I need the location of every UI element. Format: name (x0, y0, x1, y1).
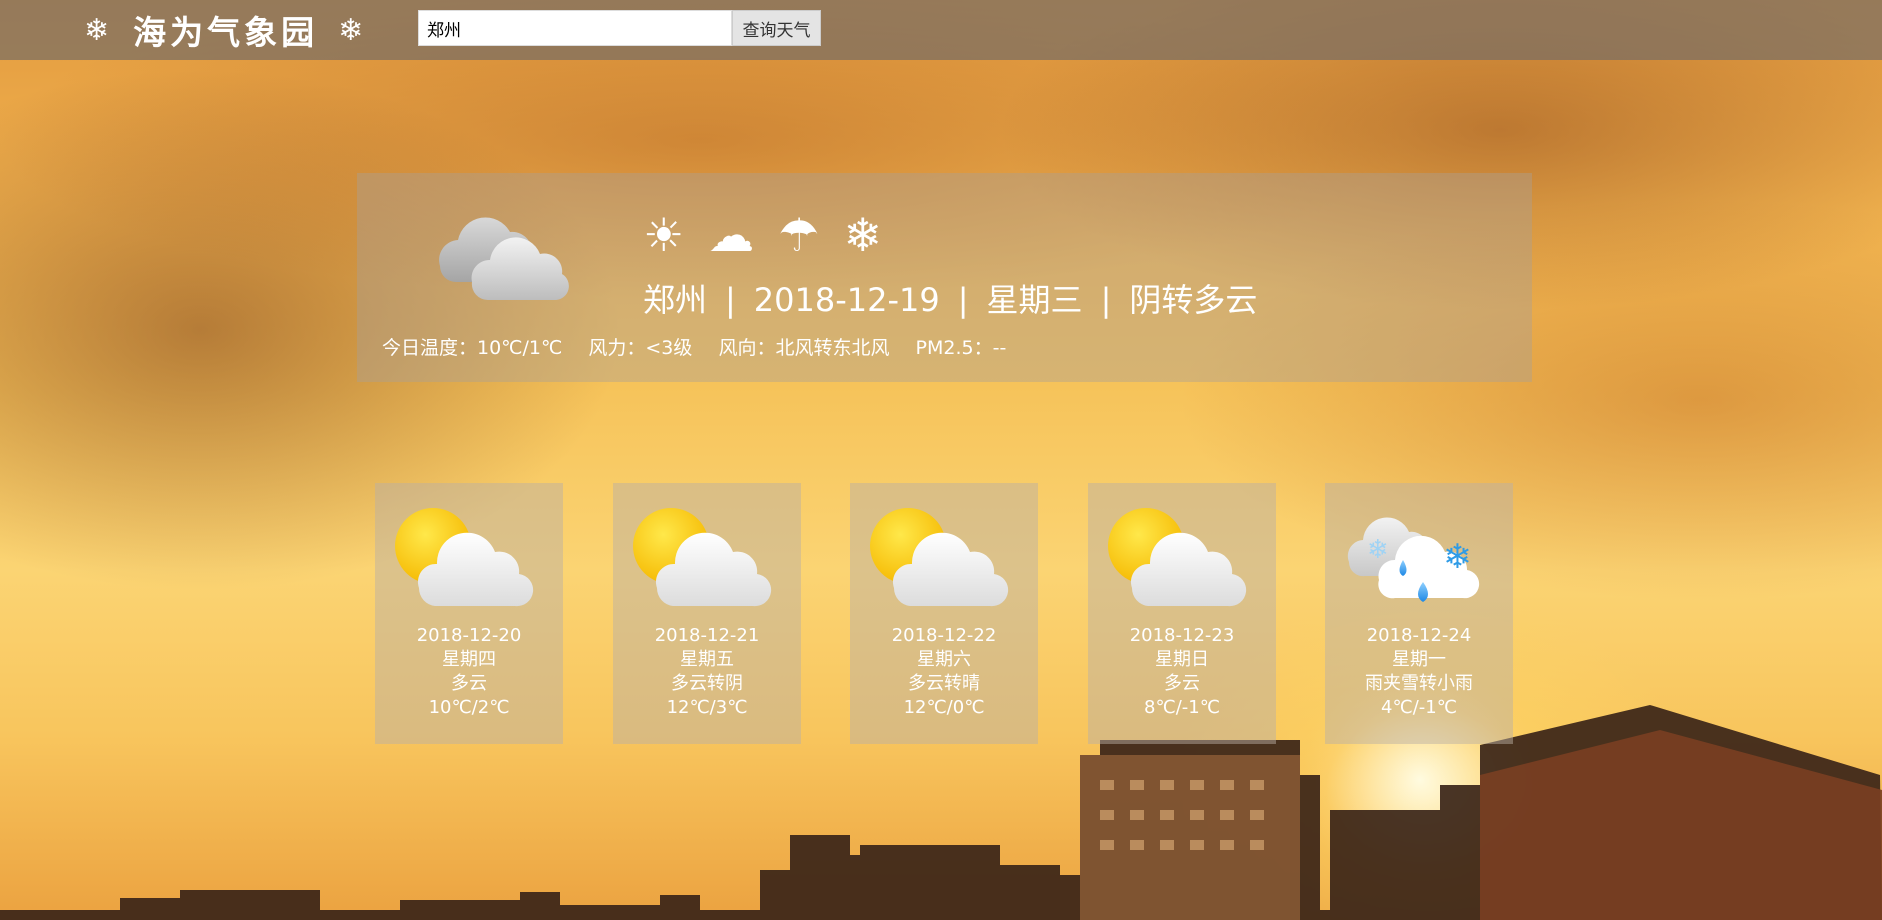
forecast-weekday: 星期一 (1392, 649, 1446, 670)
sleet-icon: ❄ ❄ (1347, 517, 1480, 602)
today-temperature: 今日温度：10℃/1℃ (382, 337, 563, 359)
snowflake-icon: ❄ (843, 208, 883, 262)
forecast-date: 2018-12-22 (891, 625, 997, 646)
forecast-date: 2018-12-21 (654, 625, 760, 646)
forecast-date: 2018-12-24 (1366, 625, 1472, 646)
wind-power: 风力：<3级 (588, 337, 693, 359)
cloudy-icon (439, 217, 569, 301)
forecast-weekday: 星期六 (917, 649, 971, 670)
wind-direction: 风向：北风转东北风 (718, 337, 890, 359)
city-search-input[interactable] (418, 10, 732, 46)
forecast-card: 2018-12-21 星期五 多云转阴 12℃/3℃ (613, 483, 801, 744)
partly-cloudy-icon (1108, 508, 1247, 607)
snowflake-icon: ❄ (338, 12, 368, 48)
forecast-temperature: 12℃/0℃ (903, 697, 985, 718)
forecast-card: 2018-12-22 星期六 多云转晴 12℃/0℃ (850, 483, 1038, 744)
snowflake-icon: ❄ (84, 12, 114, 48)
forecast-condition: 多云转阴 (671, 673, 743, 694)
forecast-card: ❄ ❄ 2018-12-24 星期一 雨夹雪转小雨 4℃/-1℃ (1325, 483, 1513, 744)
city-name: 郑州 (643, 281, 708, 319)
forecast-card: 2018-12-23 星期日 多云 8℃/-1℃ (1088, 483, 1276, 744)
forecast-temperature: 8℃/-1℃ (1144, 697, 1220, 718)
separator: | (957, 281, 969, 319)
cloud-icon: ☁ (708, 208, 755, 262)
today-weather-panel: ☀ ☁ ☂ ❄ 郑州 | 2018-12-19 | 星期三 | 阴转多云 今日温度：10℃/… (357, 173, 1532, 382)
top-header: ❄ 海为气象园 ❄ 查询天气 (0, 0, 1882, 60)
site-logo: ❄ 海为气象园 ❄ (84, 8, 368, 53)
forecast-temperature: 10℃/2℃ (428, 697, 510, 718)
forecast-weekday: 星期四 (442, 649, 496, 670)
today-condition: 阴转多云 (1129, 281, 1258, 319)
sun-icon: ☀ (643, 208, 685, 262)
separator: | (1100, 281, 1112, 319)
partly-cloudy-icon (633, 508, 772, 607)
query-weather-button[interactable]: 查询天气 (732, 10, 821, 46)
forecast-condition: 多云 (451, 673, 487, 694)
partly-cloudy-icon (395, 508, 534, 607)
today-date: 2018-12-19 (753, 281, 940, 319)
forecast-temperature: 4℃/-1℃ (1381, 697, 1457, 718)
forecast-condition: 多云 (1164, 673, 1200, 694)
forecast-temperature: 12℃/3℃ (666, 697, 748, 718)
svg-text:❄: ❄ (1367, 535, 1389, 565)
forecast-card: 2018-12-20 星期四 多云 10℃/2℃ (375, 483, 563, 744)
forecast-date: 2018-12-23 (1129, 625, 1235, 646)
separator: | (725, 281, 736, 319)
today-weekday: 星期三 (986, 281, 1083, 319)
partly-cloudy-icon (870, 508, 1009, 607)
svg-text:❄: ❄ (1443, 537, 1472, 577)
today-headline: 郑州 | 2018-12-19 | 星期三 | 阴转多云 (643, 275, 1257, 321)
today-details: 今日温度：10℃/1℃ 风力：<3级 风向：北风转东北风 PM2.5：-- (382, 333, 1026, 360)
forecast-weekday: 星期日 (1155, 649, 1209, 670)
umbrella-icon: ☂ (778, 208, 820, 262)
weather-type-icons: ☀ ☁ ☂ ❄ (643, 211, 882, 259)
pm25-value: PM2.5：-- (915, 337, 1007, 359)
site-title: 海为气象园 (133, 13, 319, 52)
forecast-condition: 多云转晴 (908, 673, 980, 694)
forecast-date: 2018-12-20 (416, 625, 522, 646)
forecast-condition: 雨夹雪转小雨 (1365, 673, 1473, 694)
forecast-weekday: 星期五 (680, 649, 734, 670)
